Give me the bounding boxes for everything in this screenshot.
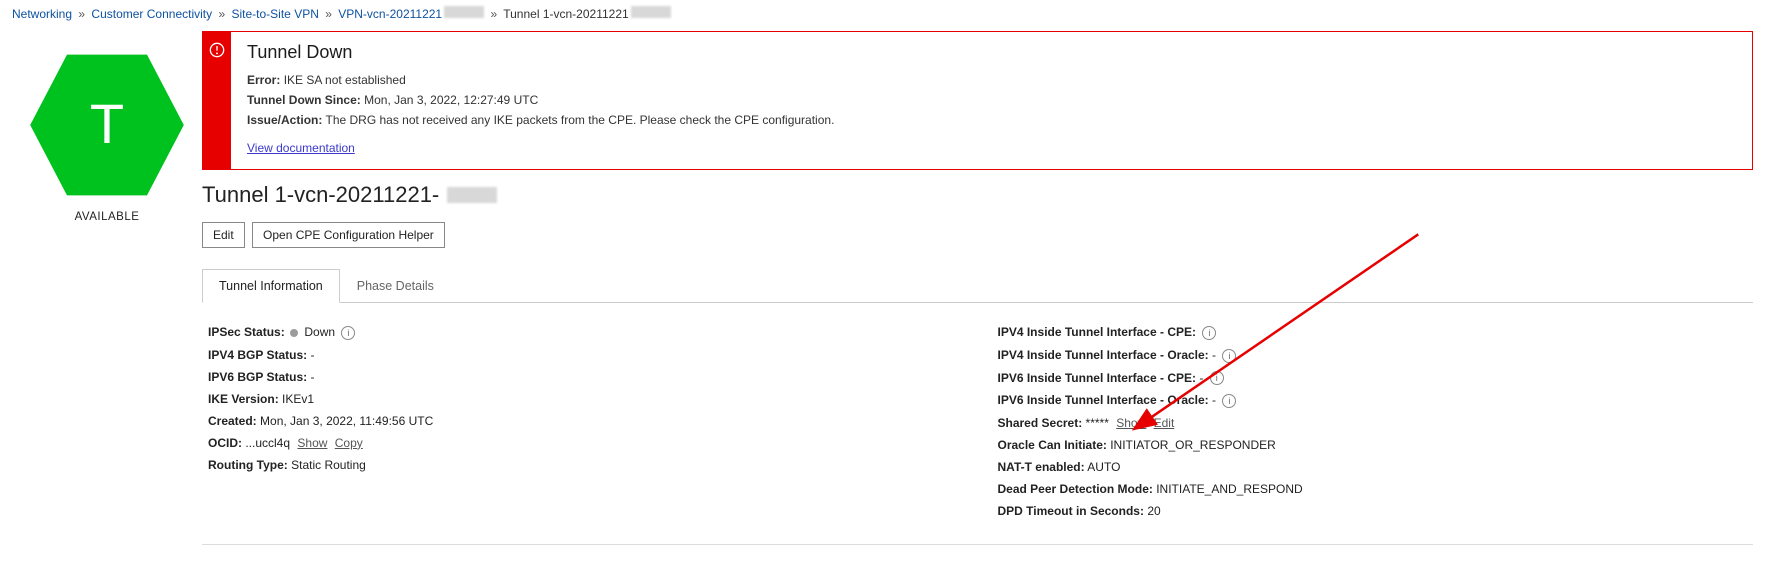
breadcrumb-link-site-to-site-vpn[interactable]: Site-to-Site VPN: [232, 7, 319, 21]
action-button-row: Edit Open CPE Configuration Helper: [202, 222, 1753, 248]
ipv4-cpe-interface-row: IPV4 Inside Tunnel Interface - CPE: i: [998, 325, 1748, 340]
breadcrumb-separator: »: [218, 7, 225, 21]
resource-hexagon-icon: T: [27, 45, 187, 205]
alert-title: Tunnel Down: [247, 42, 1736, 63]
breadcrumb-separator: »: [490, 7, 497, 21]
details-right-column: IPV4 Inside Tunnel Interface - CPE: i IP…: [998, 317, 1748, 526]
redacted-text: [447, 187, 497, 203]
ipv4-bgp-status-row: IPV4 BGP Status: -: [208, 348, 958, 362]
ocid-row: OCID: ...uccl4q Show Copy: [208, 436, 958, 450]
breadcrumb-separator: »: [325, 7, 332, 21]
redacted-text: [631, 6, 671, 18]
tunnel-down-alert: Tunnel Down Error: IKE SA not establishe…: [202, 31, 1753, 170]
alert-since-line: Tunnel Down Since: Mon, Jan 3, 2022, 12:…: [247, 93, 1736, 107]
info-icon[interactable]: i: [1222, 349, 1236, 363]
info-icon[interactable]: i: [1210, 371, 1224, 385]
dpd-mode-row: Dead Peer Detection Mode: INITIATE_AND_R…: [998, 482, 1748, 496]
resource-icon-letter: T: [90, 91, 124, 156]
tab-phase-details[interactable]: Phase Details: [340, 269, 451, 303]
section-divider: [202, 544, 1753, 545]
status-dot-icon: [290, 329, 298, 337]
breadcrumb-link-networking[interactable]: Networking: [12, 7, 72, 21]
resource-icon-column: T AVAILABLE: [12, 31, 202, 545]
oracle-can-initiate-row: Oracle Can Initiate: INITIATOR_OR_RESPON…: [998, 438, 1748, 452]
ocid-copy-link[interactable]: Copy: [335, 436, 363, 450]
breadcrumb-separator: »: [78, 7, 85, 21]
dpd-timeout-row: DPD Timeout in Seconds: 20: [998, 504, 1748, 518]
ipv6-cpe-interface-row: IPV6 Inside Tunnel Interface - CPE: - i: [998, 371, 1748, 386]
view-documentation-link[interactable]: View documentation: [247, 141, 355, 155]
ipsec-status-row: IPSec Status: Down i: [208, 325, 958, 340]
edit-button[interactable]: Edit: [202, 222, 245, 248]
alert-error-line: Error: IKE SA not established: [247, 73, 1736, 87]
alert-icon-bar: [203, 32, 231, 169]
ocid-show-link[interactable]: Show: [297, 436, 327, 450]
breadcrumb-link-vpn[interactable]: VPN-vcn-20211221: [338, 7, 484, 21]
shared-secret-row: Shared Secret: ***** Show Edit: [998, 416, 1748, 430]
info-icon[interactable]: i: [341, 326, 355, 340]
open-cpe-configuration-helper-button[interactable]: Open CPE Configuration Helper: [252, 222, 445, 248]
routing-type-row: Routing Type: Static Routing: [208, 458, 958, 472]
breadcrumb-current: Tunnel 1-vcn-20211221: [503, 7, 670, 21]
info-icon[interactable]: i: [1202, 326, 1216, 340]
info-icon[interactable]: i: [1222, 394, 1236, 408]
error-icon: [209, 42, 225, 58]
redacted-text: [444, 6, 484, 18]
details-left-column: IPSec Status: Down i IPV4 BGP Status: - …: [208, 317, 958, 526]
nat-t-enabled-row: NAT-T enabled: AUTO: [998, 460, 1748, 474]
breadcrumb: Networking » Customer Connectivity » Sit…: [12, 6, 1753, 21]
breadcrumb-link-customer-connectivity[interactable]: Customer Connectivity: [91, 7, 212, 21]
ipv4-oracle-interface-row: IPV4 Inside Tunnel Interface - Oracle: -…: [998, 348, 1748, 363]
page-title: Tunnel 1-vcn-20211221-: [202, 182, 1753, 208]
alert-issue-line: Issue/Action: The DRG has not received a…: [247, 113, 1736, 127]
tab-tunnel-information[interactable]: Tunnel Information: [202, 269, 340, 303]
shared-secret-edit-link[interactable]: Edit: [1154, 416, 1175, 430]
tunnel-details: IPSec Status: Down i IPV4 BGP Status: - …: [202, 317, 1753, 526]
tabs: Tunnel Information Phase Details: [202, 268, 1753, 303]
shared-secret-show-link[interactable]: Show: [1116, 416, 1146, 430]
ipv6-oracle-interface-row: IPV6 Inside Tunnel Interface - Oracle: -…: [998, 393, 1748, 408]
ike-version-row: IKE Version: IKEv1: [208, 392, 958, 406]
resource-status-label: AVAILABLE: [12, 211, 202, 223]
ipv6-bgp-status-row: IPV6 BGP Status: -: [208, 370, 958, 384]
created-row: Created: Mon, Jan 3, 2022, 11:49:56 UTC: [208, 414, 958, 428]
